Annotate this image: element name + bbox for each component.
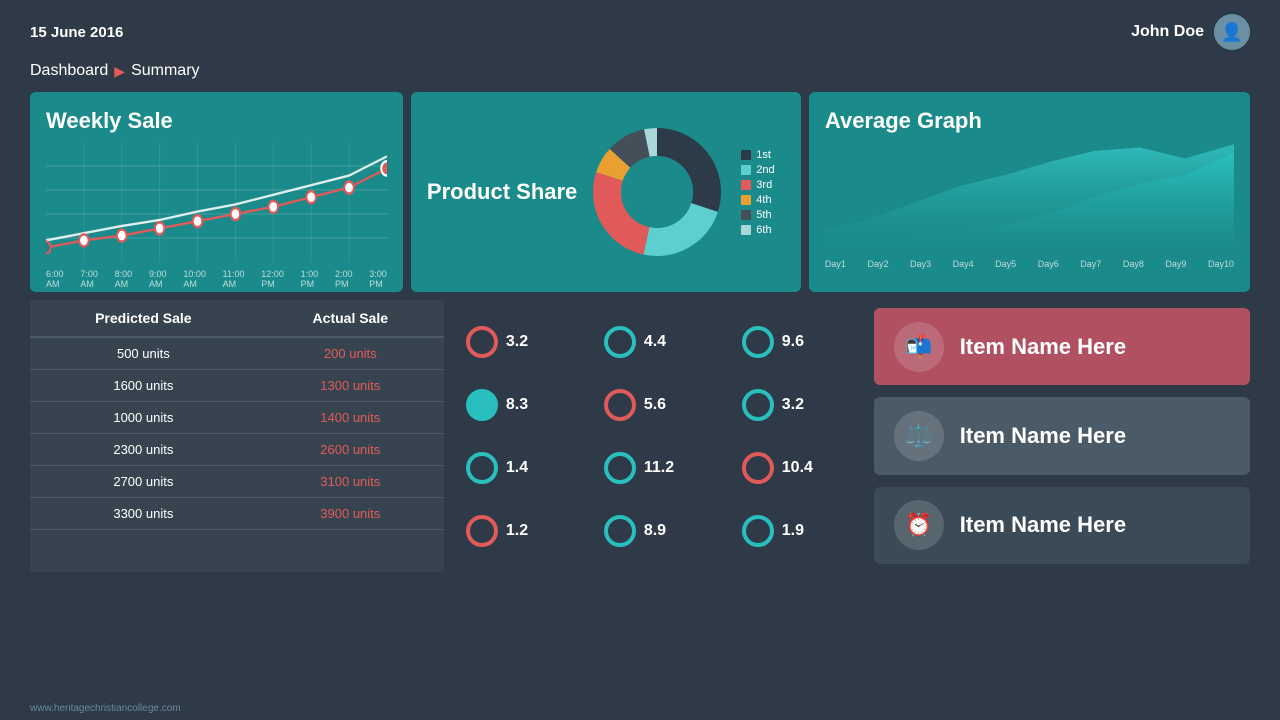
action-btn-icon: ⚖️	[894, 411, 944, 461]
average-graph-chart	[825, 142, 1234, 252]
metric-value: 3.2	[506, 333, 528, 351]
footer: www.heritagechristiancollege.com	[30, 703, 181, 714]
username: John Doe	[1131, 23, 1204, 41]
table-row: 1600 units1300 units	[30, 370, 444, 402]
metric-circle	[604, 326, 636, 358]
metric-value: 11.2	[644, 459, 674, 477]
metric-item: 10.4	[728, 436, 866, 499]
action-btn-icon: 📬	[894, 322, 944, 372]
metric-item: 1.4	[452, 436, 590, 499]
breadcrumb: Dashboard ▶ Summary	[0, 58, 1280, 92]
metric-value: 10.4	[782, 459, 813, 477]
metric-circle	[466, 389, 498, 421]
metric-value: 1.2	[506, 522, 528, 540]
table-row: 3300 units3900 units	[30, 498, 444, 530]
action-button-0[interactable]: 📬 Item Name Here	[874, 308, 1250, 385]
metric-item: 8.9	[590, 499, 728, 562]
metric-circle	[466, 326, 498, 358]
action-btn-label: Item Name Here	[960, 423, 1126, 449]
metric-value: 8.3	[506, 396, 528, 414]
table-row: 2700 units3100 units	[30, 466, 444, 498]
metric-circle	[466, 515, 498, 547]
action-btn-label: Item Name Here	[960, 334, 1126, 360]
action-button-1[interactable]: ⚖️ Item Name Here	[874, 397, 1250, 474]
action-panel: 📬 Item Name Here ⚖️ Item Name Here ⏰ Ite…	[874, 300, 1250, 572]
metric-item: 1.2	[452, 499, 590, 562]
metric-value: 9.6	[782, 333, 804, 351]
predicted-sale-header: Predicted Sale	[30, 300, 257, 337]
metric-item: 1.9	[728, 499, 866, 562]
metric-circle	[742, 452, 774, 484]
weekly-sale-chart	[46, 142, 387, 262]
metric-value: 3.2	[782, 396, 804, 414]
product-share-title: Product Share	[427, 179, 577, 205]
metric-item: 5.6	[590, 373, 728, 436]
average-graph-title: Average Graph	[825, 108, 1234, 134]
metric-value: 1.4	[506, 459, 528, 477]
footer-text: www.heritagechristiancollege.com	[30, 703, 181, 714]
action-btn-label: Item Name Here	[960, 512, 1126, 538]
header-date: 15 June 2016	[30, 24, 123, 41]
average-graph-card: Average Graph Day1Day2Day3Day4Day5 Day6D…	[809, 92, 1250, 292]
metric-item: 8.3	[452, 373, 590, 436]
sales-table: Predicted Sale Actual Sale 500 units200 …	[30, 300, 444, 572]
metric-value: 1.9	[782, 522, 804, 540]
metric-circle	[742, 515, 774, 547]
metric-item: 3.2	[452, 310, 590, 373]
metric-item: 9.6	[728, 310, 866, 373]
product-share-card: Product Share 1st 2nd 3rd 4th 5th 6t	[411, 92, 801, 292]
metric-circle	[466, 452, 498, 484]
metric-item: 4.4	[590, 310, 728, 373]
metric-value: 8.9	[644, 522, 666, 540]
metric-value: 4.4	[644, 333, 666, 351]
weekly-x-labels: 6:00AM7:00AM8:00AM 9:00AM10:00AM11:00AM …	[46, 269, 387, 289]
metric-circle	[742, 326, 774, 358]
header: 15 June 2016 John Doe 👤	[0, 0, 1280, 58]
weekly-sale-card: Weekly Sale	[30, 92, 403, 292]
user-avatar: 👤	[1214, 14, 1250, 50]
metric-item: 11.2	[590, 436, 728, 499]
action-button-2[interactable]: ⏰ Item Name Here	[874, 487, 1250, 564]
metric-circle	[604, 452, 636, 484]
breadcrumb-root[interactable]: Dashboard	[30, 62, 108, 80]
action-btn-icon: ⏰	[894, 500, 944, 550]
table-row: 2300 units2600 units	[30, 434, 444, 466]
metric-value: 5.6	[644, 396, 666, 414]
donut-chart	[587, 122, 727, 262]
breadcrumb-arrow: ▶	[114, 63, 125, 80]
breadcrumb-current: Summary	[131, 62, 199, 80]
table-row: 500 units200 units	[30, 337, 444, 370]
table-row: 1000 units1400 units	[30, 402, 444, 434]
metric-circle	[604, 389, 636, 421]
actual-sale-header: Actual Sale	[257, 300, 444, 337]
data-row: Predicted Sale Actual Sale 500 units200 …	[0, 292, 1280, 572]
product-share-legend: 1st 2nd 3rd 4th 5th 6th	[741, 149, 774, 236]
header-user: John Doe 👤	[1131, 14, 1250, 50]
weekly-sale-title: Weekly Sale	[46, 108, 387, 134]
average-graph-labels: Day1Day2Day3Day4Day5 Day6Day7Day8Day9Day…	[825, 259, 1234, 269]
metric-item: 3.2	[728, 373, 866, 436]
metric-circle	[742, 389, 774, 421]
metric-circle	[604, 515, 636, 547]
charts-row: Weekly Sale	[0, 92, 1280, 292]
metrics-panel: 3.2 4.4 9.6 8.3 5.6 3.2 1.4 11.2 10.4 1.2 8.9 1.9	[452, 300, 866, 572]
